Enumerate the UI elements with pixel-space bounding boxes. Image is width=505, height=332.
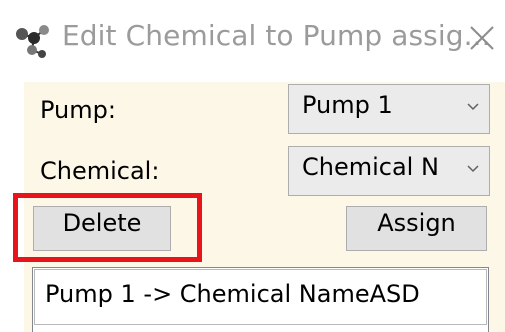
edit-assignment-dialog: Edit Chemical to Pump assig... Pump: Pum…	[0, 0, 505, 332]
assign-button[interactable]: Assign	[346, 206, 487, 251]
chevron-down-icon[interactable]	[455, 85, 489, 133]
pump-dropdown-value: Pump 1	[302, 91, 393, 119]
pump-dropdown[interactable]: Pump 1	[288, 84, 490, 134]
pump-label: Pump:	[40, 96, 116, 124]
chemical-label: Chemical:	[40, 157, 160, 185]
assignment-list[interactable]: Pump 1 -> Chemical NameASD	[32, 267, 489, 332]
list-item-label: Pump 1 -> Chemical NameASD	[45, 280, 420, 308]
window-title: Edit Chemical to Pump assig...	[62, 19, 491, 52]
chevron-down-icon[interactable]	[455, 147, 489, 195]
list-item[interactable]: Pump 1 -> Chemical NameASD	[34, 269, 487, 325]
title-bar[interactable]: Edit Chemical to Pump assig...	[0, 0, 505, 82]
chemical-dropdown-value: Chemical N	[302, 153, 439, 181]
close-icon[interactable]	[468, 24, 496, 52]
assign-button-label: Assign	[377, 209, 456, 237]
chemical-dropdown[interactable]: Chemical N	[288, 146, 490, 196]
molecule-icon	[12, 20, 56, 64]
delete-button-label: Delete	[62, 209, 142, 237]
delete-button[interactable]: Delete	[33, 206, 171, 251]
dialog-body: Pump: Pump 1 Chemical: Chemical N Delete…	[24, 82, 505, 332]
